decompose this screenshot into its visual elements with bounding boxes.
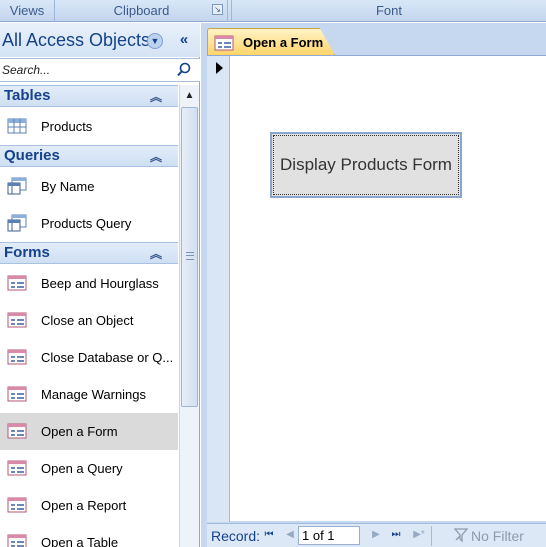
nav-item-products-query[interactable]: Products Query <box>0 205 178 242</box>
group-header-queries[interactable]: Queries ︽ <box>0 145 178 167</box>
next-record-icon[interactable]: ▶ <box>369 527 383 543</box>
nav-pane-scrollbar[interactable]: ▲ ▼ <box>179 85 199 547</box>
nav-item-label: Open a Table <box>41 535 119 547</box>
nav-item-by-name-query[interactable]: By Name <box>0 168 178 205</box>
form-icon <box>7 423 27 439</box>
scrollbar-thumb[interactable] <box>181 107 198 407</box>
nav-item-label: Open a Form <box>41 424 118 439</box>
nav-object-list: Tables ︽ Products Queries ︽ By Name Prod… <box>0 85 178 547</box>
nav-item-label: Open a Query <box>41 461 123 476</box>
nav-item-label: Close an Object <box>41 313 134 328</box>
nav-item-label: Manage Warnings <box>41 387 147 402</box>
nav-pane-header[interactable]: All Access Objects ▼ « <box>0 23 200 57</box>
query-icon <box>7 214 27 232</box>
group-header-tables[interactable]: Tables ︽ <box>0 85 178 107</box>
nav-item-label: Open a Report <box>41 498 127 513</box>
collapse-pane-icon[interactable]: « <box>176 31 192 49</box>
nav-item-label: Beep and Hourglass <box>41 276 159 291</box>
search-input[interactable] <box>0 59 174 81</box>
nav-item-label: Products <box>41 119 93 134</box>
new-record-icon[interactable]: ▶* <box>412 527 426 543</box>
display-products-form-button[interactable]: Display Products Form <box>270 132 462 198</box>
nav-search-bar <box>0 58 200 82</box>
navigation-pane: All Access Objects ▼ « Tables ︽ Products <box>0 23 200 547</box>
ribbon-group-font: Font <box>231 0 546 22</box>
nav-item-beep-and-hourglass[interactable]: Beep and Hourglass <box>0 265 178 302</box>
table-icon <box>7 118 27 134</box>
clipboard-dialog-launcher-icon[interactable]: ↘ <box>212 4 223 15</box>
ribbon-group-clipboard: Clipboard <box>56 0 228 22</box>
current-record-arrow-icon <box>216 62 223 74</box>
nav-item-open-a-table[interactable]: Open a Table <box>0 524 178 547</box>
form-icon <box>7 386 27 402</box>
search-icon[interactable] <box>176 61 196 79</box>
current-record-input[interactable] <box>298 526 360 545</box>
form-icon <box>214 35 234 51</box>
scroll-up-icon[interactable]: ▲ <box>180 87 199 105</box>
nav-item-label: Close Database or Q... <box>41 350 174 365</box>
form-icon <box>7 534 27 547</box>
form-icon <box>7 460 27 476</box>
group-title: Queries <box>4 147 60 164</box>
grip-icon <box>186 252 194 260</box>
filter-icon <box>454 528 468 543</box>
query-icon <box>7 177 27 195</box>
nav-item-label: By Name <box>41 179 95 194</box>
no-filter-toggle[interactable]: No Filter <box>471 528 524 544</box>
previous-record-icon[interactable]: ◀ <box>283 527 297 543</box>
record-label: Record: <box>211 528 261 544</box>
collapse-group-icon[interactable]: ︽ <box>150 245 162 262</box>
group-header-forms[interactable]: Forms ︽ <box>0 242 178 264</box>
form-icon <box>7 312 27 328</box>
form-icon <box>7 497 27 513</box>
record-navigation-bar: Record: ⏮ ◀ ▶ ⏭ ▶* No Filter <box>207 523 546 547</box>
ribbon-group-views[interactable]: Views <box>0 0 55 22</box>
last-record-icon[interactable]: ⏭ <box>389 527 403 543</box>
collapse-group-icon[interactable]: ︽ <box>150 88 162 105</box>
divider <box>431 526 432 546</box>
nav-item-label: Products Query <box>41 216 132 231</box>
collapse-group-icon[interactable]: ︽ <box>150 148 162 165</box>
ribbon-group-strip: Views Clipboard ↘ Font <box>0 0 546 22</box>
nav-item-open-a-report[interactable]: Open a Report <box>0 487 178 524</box>
record-selector[interactable] <box>207 56 230 522</box>
nav-item-open-a-query[interactable]: Open a Query <box>0 450 178 487</box>
tab-label: Open a Form <box>243 35 324 50</box>
form-canvas: Display Products Form <box>207 55 546 522</box>
form-icon <box>7 275 27 291</box>
document-area: Open a Form Display Products Form Record… <box>201 23 546 547</box>
nav-pane-title[interactable]: All Access Objects <box>2 30 150 51</box>
tab-open-a-form[interactable]: Open a Form <box>207 28 335 55</box>
chevron-down-icon[interactable]: ▼ <box>147 33 163 49</box>
nav-item-close-database[interactable]: Close Database or Q... <box>0 339 178 376</box>
nav-item-close-an-object[interactable]: Close an Object <box>0 302 178 339</box>
nav-item-open-a-form[interactable]: Open a Form <box>0 413 178 450</box>
form-icon <box>7 349 27 365</box>
first-record-icon[interactable]: ⏮ <box>262 527 276 543</box>
nav-item-manage-warnings[interactable]: Manage Warnings <box>0 376 178 413</box>
nav-item-products-table[interactable]: Products <box>0 108 178 145</box>
group-title: Forms <box>4 244 50 261</box>
group-title: Tables <box>4 87 51 104</box>
